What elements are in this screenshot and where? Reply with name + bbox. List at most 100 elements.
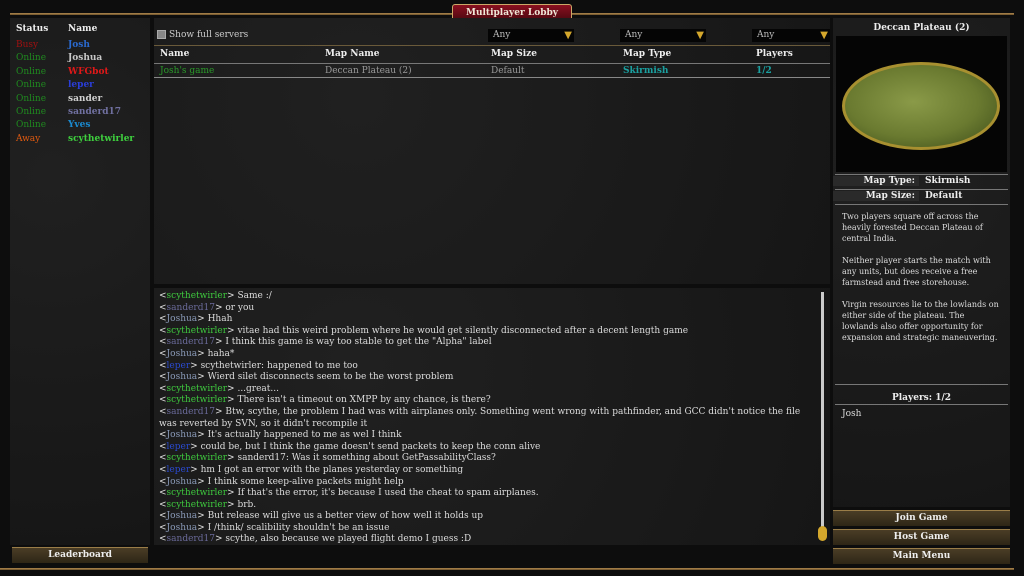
- user-name: scythetwirler: [68, 133, 135, 144]
- chat-text: hm I got an error with the planes yester…: [200, 464, 464, 475]
- chat-message: <Joshua> It's actually happened to me as…: [159, 430, 809, 442]
- user-name: sander: [68, 93, 103, 104]
- chat-user: Joshua: [166, 511, 198, 522]
- chat-bracket: >: [214, 406, 226, 417]
- map-description: Neither player starts the match with any…: [842, 256, 991, 287]
- chat-panel: <scythetwirler> Same :/<sanderd17> or yo…: [154, 288, 830, 545]
- chat-user: scythetwirler: [166, 499, 228, 510]
- chat-bracket: >: [197, 430, 208, 441]
- chat-bracket: <: [159, 441, 167, 452]
- players-filter[interactable]: Any ▼: [752, 29, 830, 42]
- user-row[interactable]: Away scythetwirler: [16, 134, 146, 147]
- chat-text: or you: [225, 302, 255, 313]
- user-status: Online: [16, 80, 47, 91]
- bottom-border: [0, 568, 1014, 570]
- chat-bracket: <: [159, 430, 167, 441]
- chat-text: Same :/: [237, 291, 272, 301]
- game-type: Skirmish: [623, 66, 669, 76]
- user-row[interactable]: Online Yves: [16, 120, 146, 133]
- chat-message: <Joshua> But release will give us a bett…: [159, 511, 809, 523]
- chat-bracket: <: [159, 476, 167, 487]
- status-header: Status: [16, 24, 49, 34]
- user-row[interactable]: Online Joshua: [16, 53, 146, 66]
- user-row[interactable]: Online sanderd17: [16, 107, 146, 120]
- column-header[interactable]: Name: [160, 49, 189, 59]
- game-size: Default: [491, 66, 525, 76]
- chat-message: <leper> hm I got an error with the plane…: [159, 465, 809, 477]
- chat-scrollbar-thumb[interactable]: [818, 526, 827, 541]
- chat-scrollbar-track[interactable]: [821, 292, 824, 538]
- map-type-label: Map Type:: [833, 176, 919, 186]
- chat-bracket: <: [159, 464, 167, 475]
- user-row[interactable]: Online WFGbot: [16, 67, 146, 80]
- map-size-filter[interactable]: Any ▼: [488, 29, 574, 42]
- user-row[interactable]: Busy Josh: [16, 40, 146, 53]
- players-count: Players: 1/2: [891, 393, 952, 403]
- player-name: Josh: [842, 409, 862, 419]
- map-type-filter[interactable]: Any ▼: [620, 29, 706, 42]
- chat-bracket: >: [227, 395, 238, 406]
- main-menu-button[interactable]: Main Menu: [833, 548, 1010, 564]
- chat-bracket: <: [159, 360, 167, 371]
- chat-message: <sanderd17> scythe, also because we play…: [159, 534, 809, 546]
- chat-user: scythetwirler: [166, 488, 228, 499]
- user-row[interactable]: Online leper: [16, 80, 146, 93]
- chat-bracket: <: [159, 511, 167, 522]
- chat-text: Btw, scythe, the problem I had was with …: [159, 406, 801, 429]
- chat-text: I think some keep-alive packets might he…: [207, 476, 404, 487]
- user-status: Online: [16, 120, 47, 131]
- chat-message: <sanderd17> Btw, scythe, the problem I h…: [159, 407, 809, 430]
- chat-user: Joshua: [166, 348, 198, 359]
- user-name: Yves: [68, 120, 91, 131]
- game-row[interactable]: Josh's game Deccan Plateau (2) Default Skir…: [154, 65, 830, 78]
- chat-user: scythetwirler: [166, 453, 228, 464]
- chat-text: sanderd17: Was it something about GetPas…: [237, 453, 496, 464]
- user-name: Josh: [68, 40, 90, 50]
- column-header[interactable]: Map Name: [325, 49, 380, 59]
- chat-text: If that's the error, it's because I used…: [237, 488, 539, 499]
- chat-user: scythetwirler: [166, 383, 228, 394]
- user-status: Busy: [16, 40, 39, 50]
- map-type-value: Skirmish: [925, 176, 971, 186]
- host-game-button[interactable]: Host Game: [833, 529, 1010, 545]
- divider: [835, 174, 1008, 175]
- chat-bracket: >: [227, 453, 238, 464]
- chat-bracket: >: [190, 441, 201, 452]
- chat-message: <leper> could be, but I think the game d…: [159, 442, 809, 454]
- divider: [154, 45, 830, 46]
- chat-message: <Joshua> I think some keep-alive packets…: [159, 477, 809, 489]
- map-type-filter-value: Any: [625, 30, 643, 40]
- chat-user: Joshua: [166, 372, 198, 383]
- chat-bracket: <: [159, 406, 167, 417]
- chat-message: <scythetwirler> sanderd17: Was it someth…: [159, 453, 809, 465]
- map-description: Virgin resources lie to the lowlands on …: [842, 300, 999, 342]
- join-game-button[interactable]: Join Game: [833, 510, 1010, 526]
- chat-bracket: >: [197, 314, 208, 325]
- chat-user: sanderd17: [166, 302, 215, 313]
- chat-message: <sanderd17> I think this game is way too…: [159, 337, 809, 349]
- chat-user: Joshua: [166, 476, 198, 487]
- column-header[interactable]: Map Type: [623, 49, 671, 59]
- chat-bracket: >: [197, 522, 208, 533]
- show-full-servers-checkbox[interactable]: [157, 30, 166, 39]
- chat-bracket: <: [159, 499, 167, 510]
- game-name: Josh's game: [160, 66, 215, 76]
- game-players: 1/2: [756, 66, 772, 76]
- chat-user: Joshua: [166, 430, 198, 441]
- chat-user: sanderd17: [166, 534, 215, 545]
- chat-bracket: >: [227, 488, 238, 499]
- user-name: Joshua: [68, 53, 103, 64]
- column-header[interactable]: Players: [756, 49, 793, 59]
- column-header[interactable]: Map Size: [491, 49, 537, 59]
- chat-text: scythetwirler: happened to me too: [200, 360, 358, 371]
- leaderboard-button[interactable]: Leaderboard: [12, 547, 148, 563]
- chat-text: haha*: [207, 348, 235, 359]
- chat-text: There isn't a timeout on XMPP by any cha…: [237, 395, 491, 406]
- chat-bracket: <: [159, 348, 167, 359]
- chat-text: But release will give us a better view o…: [207, 511, 484, 522]
- divider: [835, 404, 1008, 405]
- user-row[interactable]: Online sander: [16, 94, 146, 107]
- chat-bracket: <: [159, 383, 167, 394]
- map-image: [842, 62, 1000, 150]
- chat-bracket: <: [159, 534, 167, 545]
